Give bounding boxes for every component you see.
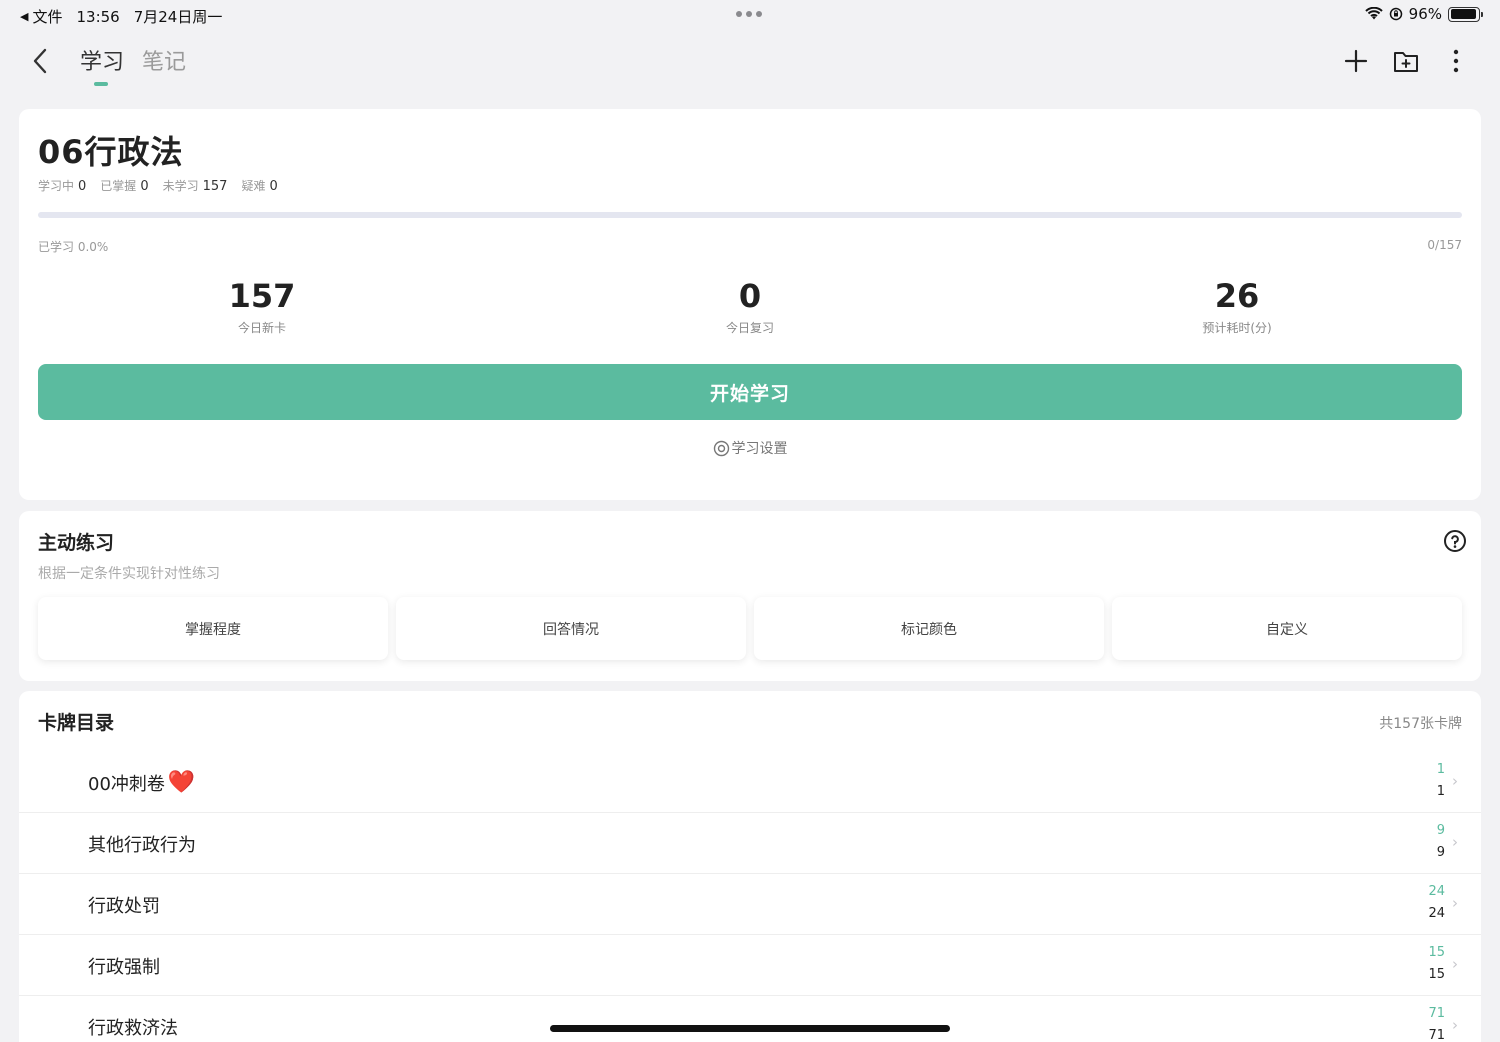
new-card-count: 24	[1428, 884, 1445, 899]
tab-active-indicator	[94, 82, 108, 86]
metric-value: 0	[738, 277, 762, 315]
sub-deck-name: 行政处罚	[88, 896, 160, 917]
practice-by-mastery-button[interactable]: 掌握程度	[38, 597, 388, 660]
home-indicator[interactable]	[550, 1025, 950, 1032]
sub-deck-name: 其他行政行为	[88, 835, 196, 856]
new-card-count: 9	[1436, 823, 1445, 838]
list-item[interactable]: 行政救济法 71 71 ›	[19, 996, 1481, 1042]
catalog-title: 卡牌目录	[38, 712, 115, 734]
practice-title: 主动练习	[38, 532, 115, 554]
heart-emoji: ❤️	[167, 770, 196, 795]
list-item[interactable]: 00冲刺卷 ❤️ 1 1 ›	[19, 752, 1481, 813]
nav-actions	[1342, 46, 1470, 76]
chevron-right-icon: ›	[1452, 955, 1458, 973]
list-item[interactable]: 行政强制 15 15 ›	[19, 935, 1481, 996]
progress-label: 已学习 0.0%	[38, 240, 109, 254]
sub-deck-name: 00冲刺卷 ❤️	[88, 770, 196, 796]
nav-tabs: 学习 笔记	[80, 44, 186, 86]
app-screen: ◀ 文件 13:56 7月24日周一 96% 学习 笔记 06行政法 学习中 0…	[0, 0, 1500, 1042]
add-folder-button[interactable]	[1392, 46, 1420, 76]
list-item[interactable]: 行政处罚 24 24 ›	[19, 874, 1481, 935]
settings-icon	[713, 440, 729, 456]
status-right: 96%	[1364, 5, 1483, 23]
practice-custom-button[interactable]: 自定义	[1112, 597, 1462, 660]
sub-deck-list: 00冲刺卷 ❤️ 1 1 › 其他行政行为 9 9 › 行政处罚 24 24 › …	[19, 752, 1481, 1042]
practice-subtitle: 根据一定条件实现针对性练习	[38, 566, 220, 582]
sub-deck-name: 行政强制	[88, 957, 160, 978]
stat-difficult: 疑难 0	[241, 179, 278, 194]
more-button[interactable]	[1442, 46, 1470, 76]
metric-new-cards: 157 今日新卡	[112, 277, 412, 336]
stat-unlearned: 未学习 157	[162, 179, 228, 194]
chevron-right-icon: ›	[1452, 833, 1458, 851]
chevron-left-icon[interactable]	[26, 46, 56, 76]
new-card-count: 71	[1428, 1006, 1445, 1021]
catalog-total: 共157张卡牌	[1379, 716, 1462, 732]
status-date: 7月24日周一	[133, 8, 223, 26]
total-card-count: 15	[1428, 967, 1445, 982]
status-bar: ◀ 文件 13:56 7月24日周一 96%	[0, 0, 1500, 30]
deck-overview-card: 06行政法 学习中 0 已掌握 0 未学习 157 疑难 0 已学习 0.0% 0/15…	[19, 109, 1481, 500]
chevron-right-icon: ›	[1452, 1016, 1458, 1034]
status-left: ◀ 文件 13:56 7月24日周一	[20, 6, 222, 27]
status-time: 13:56	[76, 7, 120, 26]
practice-by-answers-button[interactable]: 回答情况	[396, 597, 746, 660]
total-card-count: 24	[1428, 906, 1445, 921]
more-vertical-icon	[1453, 49, 1459, 73]
metric-label: 今日新卡	[237, 321, 286, 335]
study-settings-link[interactable]: 学习设置	[19, 438, 1481, 458]
metric-review: 0 今日复习	[600, 277, 900, 336]
total-card-count: 1	[1436, 784, 1445, 799]
tab-study-label: 学习	[80, 50, 125, 75]
total-card-count: 71	[1428, 1028, 1445, 1042]
stat-mastered: 已掌握 0	[100, 179, 149, 194]
sub-deck-name: 行政救济法	[88, 1018, 178, 1039]
folder-add-icon	[1394, 52, 1418, 72]
tab-notes-label: 笔记	[142, 50, 187, 75]
metric-label: 预计耗时(分)	[1202, 321, 1272, 335]
study-progress-bar	[38, 212, 1462, 218]
metric-value: 26	[1214, 277, 1260, 315]
chevron-right-icon: ›	[1452, 894, 1458, 912]
active-practice-card: 主动练习 根据一定条件实现针对性练习 掌握程度 回答情况 标记颜色 自定义	[19, 511, 1481, 681]
list-item[interactable]: 其他行政行为 9 9 ›	[19, 813, 1481, 874]
back-to-app-icon[interactable]: ◀	[20, 10, 28, 23]
study-settings-label: 学习设置	[731, 441, 788, 457]
new-card-count: 1	[1436, 762, 1445, 777]
metric-estimated-time: 26 预计耗时(分)	[1087, 277, 1387, 336]
stat-learning: 学习中 0	[38, 179, 87, 194]
new-card-count: 15	[1428, 945, 1445, 960]
metric-label: 今日复习	[725, 321, 774, 335]
deck-stats: 学习中 0 已掌握 0 未学习 157 疑难 0	[38, 177, 278, 194]
add-button[interactable]	[1342, 46, 1370, 76]
battery-icon	[1448, 6, 1483, 22]
wifi-icon	[1364, 7, 1383, 20]
card-catalog: 卡牌目录 共157张卡牌 00冲刺卷 ❤️ 1 1 › 其他行政行为 9 9 › …	[19, 691, 1481, 1042]
top-nav: 学习 笔记	[0, 36, 1500, 92]
metric-value: 157	[228, 277, 296, 315]
back-app-label[interactable]: 文件	[32, 6, 62, 27]
total-card-count: 9	[1436, 845, 1445, 860]
practice-filter-buttons: 掌握程度 回答情况 标记颜色 自定义	[38, 597, 1462, 660]
battery-percent: 96%	[1408, 5, 1442, 23]
tab-study[interactable]: 学习	[80, 44, 124, 86]
multitasking-dots-icon[interactable]	[736, 11, 762, 17]
help-icon[interactable]	[1443, 529, 1467, 553]
deck-title: 06行政法	[38, 133, 184, 171]
tab-notes[interactable]: 笔记	[142, 44, 186, 86]
practice-by-color-button[interactable]: 标记颜色	[754, 597, 1104, 660]
start-study-button[interactable]: 开始学习	[38, 364, 1462, 420]
progress-count: 0/157	[1427, 238, 1462, 252]
chevron-right-icon: ›	[1452, 772, 1458, 790]
orientation-lock-icon	[1389, 7, 1402, 21]
plus-icon	[1344, 49, 1368, 73]
